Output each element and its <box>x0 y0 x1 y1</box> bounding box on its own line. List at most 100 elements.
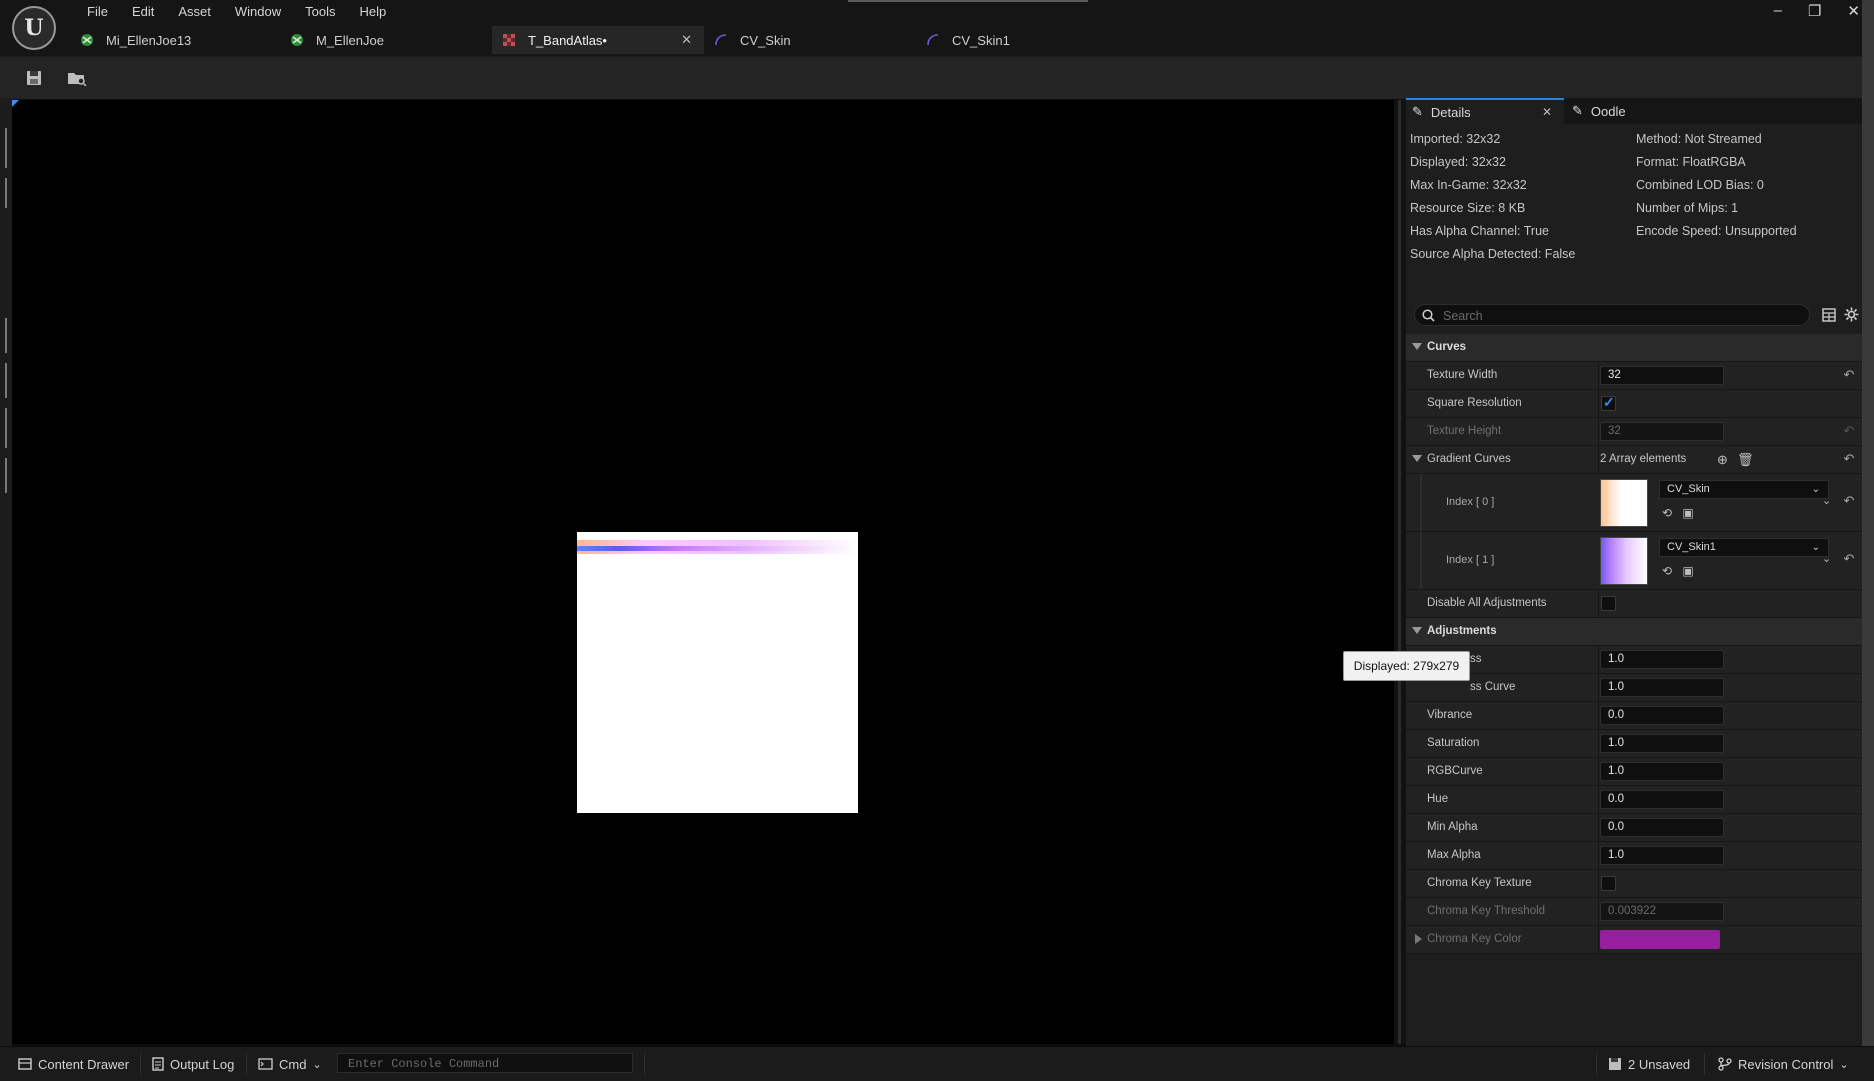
property-label: Disable All Adjustments <box>1427 597 1547 609</box>
chevron-down-icon[interactable] <box>1412 455 1422 462</box>
tab-mi-ellenjoe13[interactable]: Mi_EllenJoe13 <box>70 26 280 54</box>
save-button[interactable] <box>21 65 47 91</box>
table-view-icon[interactable] <box>1822 308 1836 322</box>
curve-icon <box>715 34 727 46</box>
combo-value: CV_Skin1 <box>1667 541 1716 553</box>
brightness-curve-input[interactable]: 1.0 <box>1600 678 1724 697</box>
property-label: Chroma Key Threshold <box>1427 905 1546 917</box>
property-chroma-key-color: Chroma Key Color <box>1406 926 1862 954</box>
chroma-key-color-swatch[interactable] <box>1600 930 1720 949</box>
property-label: RGBCurve <box>1427 765 1483 777</box>
right-edge-strip <box>1862 0 1874 1080</box>
curve-asset-picker[interactable]: CV_Skin1 ⌄ <box>1659 538 1829 557</box>
use-selected-icon[interactable]: ⟲ <box>1659 563 1675 579</box>
panel-tabs: ✎ Details ✕ ✎ Oodle <box>1406 98 1862 124</box>
chevron-right-icon[interactable] <box>1415 934 1422 944</box>
close-icon[interactable]: ✕ <box>1847 2 1860 20</box>
tab-oodle[interactable]: ✎ Oodle <box>1566 98 1666 124</box>
property-label: Gradient Curves <box>1427 453 1511 465</box>
unsaved-button[interactable]: 2 Unsaved <box>1608 1047 1690 1081</box>
details-search <box>1414 304 1810 326</box>
brightness-input[interactable]: 1.0 <box>1600 650 1724 669</box>
panel-splitter[interactable] <box>1394 100 1406 1044</box>
curve-thumbnail[interactable] <box>1600 537 1648 585</box>
menu-file[interactable]: File <box>75 3 120 21</box>
close-tab-icon[interactable]: ✕ <box>681 32 692 48</box>
status-bar: Content Drawer Output Log Cmd ⌄ 2 Unsave… <box>0 1046 1874 1081</box>
max-alpha-input[interactable]: 1.0 <box>1600 846 1724 865</box>
restore-icon[interactable]: ❐ <box>1808 2 1821 20</box>
edge-mark <box>5 408 7 448</box>
curve-asset-picker[interactable]: CV_Skin ⌄ <box>1659 480 1829 499</box>
viewport-tooltip: Displayed: 279x279 <box>1343 651 1470 681</box>
chevron-down-icon: ⌄ <box>1811 484 1820 495</box>
property-vibrance: Vibrance 0.0 <box>1406 702 1862 730</box>
tab-label: Oodle <box>1590 103 1626 119</box>
menu-tools[interactable]: Tools <box>293 3 347 21</box>
chevron-down-icon[interactable]: ⌄ <box>1822 494 1831 507</box>
menu-asset[interactable]: Asset <box>166 3 223 21</box>
tab-m-ellenjoe[interactable]: M_EllenJoe <box>280 26 492 54</box>
output-log-button[interactable]: Output Log <box>152 1047 234 1081</box>
info-format: Format: FloatRGBA <box>1636 155 1746 169</box>
tab-details[interactable]: ✎ Details ✕ <box>1406 98 1564 124</box>
vibrance-input[interactable]: 0.0 <box>1600 706 1724 725</box>
reset-to-default-icon[interactable]: ↶ <box>1842 552 1856 566</box>
unsaved-save-icon <box>1609 1058 1621 1070</box>
revision-control-button[interactable]: Revision Control ⌄ <box>1718 1047 1849 1081</box>
reset-to-default-icon[interactable]: ↶ <box>1842 368 1856 382</box>
square-resolution-checkbox[interactable] <box>1601 394 1616 411</box>
gradient-band <box>577 546 858 551</box>
content-drawer-button[interactable]: Content Drawer <box>18 1047 129 1081</box>
reset-to-default-icon[interactable]: ↶ <box>1842 452 1856 466</box>
cmd-dropdown[interactable]: Cmd ⌄ <box>258 1047 322 1081</box>
property-chroma-key-threshold: Chroma Key Threshold 0.003922 <box>1406 898 1862 926</box>
menu-window[interactable]: Window <box>223 3 293 21</box>
document-tabs: Mi_EllenJoe13 M_EllenJoe T_BandAtlas• ✕ … <box>70 26 1128 54</box>
texture-width-input[interactable]: 32 <box>1600 366 1724 385</box>
saturation-input[interactable]: 1.0 <box>1600 734 1724 753</box>
menu-help[interactable]: Help <box>347 3 398 21</box>
unreal-logo-icon[interactable]: U <box>12 6 56 50</box>
save-icon <box>27 71 41 85</box>
min-alpha-input[interactable]: 0.0 <box>1600 818 1724 837</box>
curve-thumbnail[interactable] <box>1600 479 1648 527</box>
tab-t-bandatlas[interactable]: T_BandAtlas• ✕ <box>492 26 704 54</box>
add-element-icon[interactable]: ⊕ <box>1715 452 1730 467</box>
texture-viewport[interactable] <box>12 100 1394 1044</box>
rgbcurve-input[interactable]: 1.0 <box>1600 762 1724 781</box>
reset-to-default-icon[interactable]: ↶ <box>1842 494 1856 508</box>
browse-asset-icon[interactable]: ▣ <box>1680 505 1696 521</box>
search-input[interactable] <box>1441 307 1805 325</box>
array-count: 2 Array elements <box>1600 453 1687 465</box>
info-resource-size: Resource Size: 8 KB <box>1410 201 1526 215</box>
browse-button[interactable] <box>64 65 90 91</box>
chevron-down-icon[interactable]: ⌄ <box>1822 552 1831 565</box>
browse-asset-icon[interactable]: ▣ <box>1680 563 1696 579</box>
minimize-icon[interactable]: – <box>1774 2 1782 20</box>
menu-edit[interactable]: Edit <box>120 3 166 21</box>
chevron-down-icon: ⌄ <box>1811 542 1820 553</box>
delete-icon[interactable]: 🗑 <box>1737 452 1754 467</box>
property-gradient-curves: Gradient Curves 2 Array elements ⊕ 🗑 ↶ <box>1406 446 1862 474</box>
browse-folder-icon <box>68 73 87 86</box>
chroma-key-texture-checkbox[interactable] <box>1601 876 1616 891</box>
pencil-icon: ✎ <box>1572 103 1583 118</box>
property-label: ss <box>1470 653 1482 665</box>
property-max-alpha: Max Alpha 1.0 <box>1406 842 1862 870</box>
settings-gear-icon[interactable] <box>1844 307 1859 322</box>
tab-cv-skin1[interactable]: CV_Skin1 <box>916 26 1128 54</box>
tab-cv-skin[interactable]: CV_Skin <box>704 26 916 54</box>
pencil-icon: ✎ <box>1412 104 1423 119</box>
property-label: Vibrance <box>1427 709 1473 721</box>
hue-input[interactable]: 0.0 <box>1600 790 1724 809</box>
console-input[interactable] <box>346 1055 630 1073</box>
use-selected-icon[interactable]: ⟲ <box>1659 505 1675 521</box>
disable-adjustments-checkbox[interactable] <box>1601 596 1616 611</box>
property-label: Texture Height <box>1427 425 1502 437</box>
tab-label: Mi_EllenJoe13 <box>106 32 192 48</box>
close-tab-icon[interactable]: ✕ <box>1542 105 1552 119</box>
section-curves[interactable]: Curves <box>1406 334 1862 362</box>
section-adjustments[interactable]: Adjustments <box>1406 618 1862 646</box>
property-label: Max Alpha <box>1427 849 1481 861</box>
